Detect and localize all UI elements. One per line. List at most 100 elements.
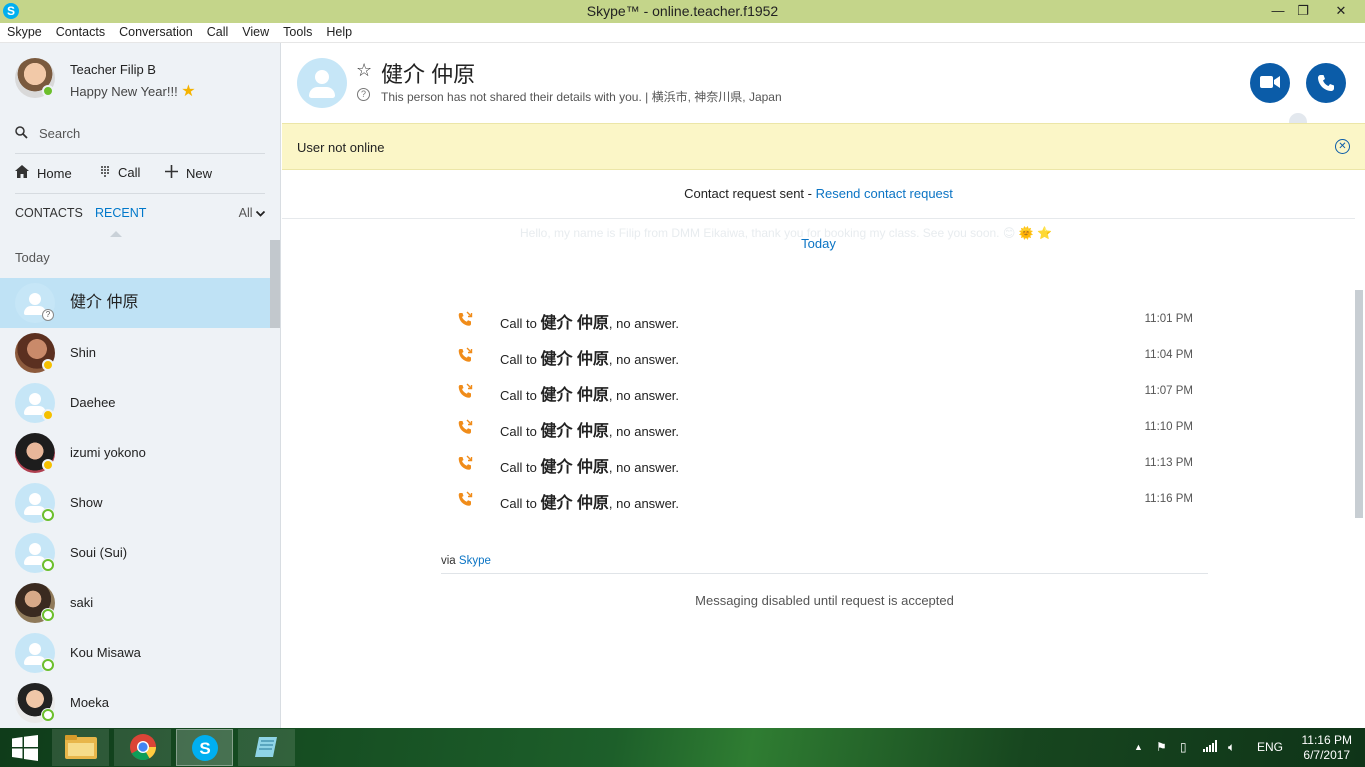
unknown-status-icon: ?: [42, 309, 54, 321]
contact-name: Soui (Sui): [70, 545, 128, 560]
timestamp: 11:07 PM: [1144, 385, 1193, 397]
menu-contacts[interactable]: Contacts: [49, 23, 112, 42]
sidebar-scrollbar[interactable]: [270, 240, 280, 328]
contact-name: 健介 仲原: [70, 294, 139, 311]
call-suffix: , no answer.: [608, 424, 680, 439]
list-item[interactable]: ? 健介 仲原: [0, 278, 270, 328]
notepad-icon: [254, 737, 277, 757]
chrome-icon: [129, 734, 156, 761]
new-button[interactable]: New: [165, 165, 212, 181]
audio-call-button[interactable]: [1306, 63, 1346, 103]
search-icon: [15, 126, 28, 142]
call-prefix: Call to: [500, 424, 541, 439]
tab-recent[interactable]: RECENT: [95, 206, 146, 220]
call-prefix: Call to: [500, 388, 541, 403]
call-suffix: , no answer.: [608, 460, 680, 475]
tab-contacts[interactable]: CONTACTS: [15, 206, 83, 220]
nav-row: Home Call New: [15, 165, 265, 185]
skype-link[interactable]: Skype: [459, 555, 491, 567]
minimize-button[interactable]: —: [1265, 0, 1291, 23]
online-status-icon: [42, 709, 54, 721]
contact-name: saki: [70, 595, 94, 610]
input-language[interactable]: ENG: [1257, 740, 1283, 754]
call-nav-button[interactable]: Call: [100, 165, 140, 180]
conversation-scrollbar[interactable]: [1355, 290, 1363, 518]
menu-conversation[interactable]: Conversation: [112, 23, 200, 42]
call-message: Call to 健介 仲原, no answer.: [500, 309, 679, 333]
folder-icon: [64, 735, 97, 759]
filter-dropdown[interactable]: All: [239, 206, 266, 220]
call-suffix: , no answer.: [608, 388, 680, 403]
profile-name: Teacher Filip B: [70, 62, 156, 77]
recent-list: Today ? 健介 仲原 Shin Daehee izumi yokono S…: [0, 238, 270, 728]
network-signal-icon[interactable]: [1203, 740, 1217, 755]
call-prefix: Call to: [500, 496, 541, 511]
chrome-taskbar-button[interactable]: [114, 729, 171, 766]
taskbar: S ▲ ⚑ ▯ 🔈︎ ENG 11:16 PM 6/7/2017: [0, 728, 1365, 767]
missed-call-icon: [457, 383, 473, 402]
via-label: via Skype: [441, 555, 491, 567]
resend-request-link[interactable]: Resend contact request: [816, 186, 953, 201]
list-item[interactable]: Show: [0, 478, 270, 528]
restore-button[interactable]: ❐: [1290, 0, 1316, 23]
call-message: Call to 健介 仲原, no answer.: [500, 345, 679, 369]
video-call-button[interactable]: [1250, 63, 1290, 103]
close-banner-icon[interactable]: ✕: [1335, 139, 1350, 154]
list-item[interactable]: Kou Misawa: [0, 628, 270, 678]
battery-icon[interactable]: ▯: [1180, 740, 1187, 754]
show-hidden-icons-icon[interactable]: ▲: [1134, 742, 1143, 752]
action-center-flag-icon[interactable]: ⚑: [1156, 740, 1167, 754]
menu-tools[interactable]: Tools: [276, 23, 319, 42]
skype-icon: S: [191, 735, 218, 761]
volume-icon[interactable]: 🔈︎: [1228, 740, 1235, 755]
list-item[interactable]: Daehee: [0, 378, 270, 428]
missed-call-icon: [457, 311, 473, 330]
clock-time: 11:16 PM: [1301, 733, 1352, 747]
favorite-star-icon[interactable]: ☆: [356, 60, 372, 81]
menu-view[interactable]: View: [235, 23, 276, 42]
list-item[interactable]: izumi yokono: [0, 428, 270, 478]
menu-call[interactable]: Call: [200, 23, 236, 42]
clock-date: 6/7/2017: [1303, 748, 1351, 762]
online-status-icon: [42, 509, 54, 521]
online-status-icon: [42, 659, 54, 671]
window-title: Skype™ - online.teacher.f1952: [586, 3, 779, 19]
via-prefix: via: [441, 555, 459, 567]
list-item[interactable]: Soui (Sui): [0, 528, 270, 578]
home-label: Home: [37, 166, 72, 181]
list-item[interactable]: saki: [0, 578, 270, 628]
question-icon: ?: [357, 88, 370, 101]
new-label: New: [186, 166, 213, 181]
profile-card[interactable]: Teacher Filip B Happy New Year!!! ★: [15, 58, 275, 103]
online-status-icon: [42, 559, 54, 571]
mood-text: Happy New Year!!!: [70, 84, 182, 99]
contact-name: izumi yokono: [70, 445, 146, 460]
menu-help[interactable]: Help: [319, 23, 359, 42]
online-status-icon: [42, 85, 54, 97]
call-prefix: Call to: [500, 460, 541, 475]
home-button[interactable]: Home: [15, 165, 72, 181]
call-suffix: , no answer.: [608, 316, 680, 331]
conversation-pane: ☆ 健介 仲原 ? This person has not shared the…: [282, 43, 1365, 728]
menu-skype[interactable]: Skype: [0, 23, 49, 42]
notepad-taskbar-button[interactable]: [238, 729, 295, 766]
call-message: Call to 健介 仲原, no answer.: [500, 453, 679, 477]
search-box[interactable]: Search: [15, 125, 265, 145]
search-input[interactable]: Search: [39, 126, 80, 141]
list-item[interactable]: Moeka: [0, 678, 270, 728]
location-text: 横浜市, 神奈川県, Japan: [651, 90, 782, 104]
list-item[interactable]: Shin: [0, 328, 270, 378]
close-button[interactable]: ✕: [1318, 0, 1364, 23]
start-button[interactable]: [0, 729, 50, 766]
title-bar: S Skype™ - online.teacher.f1952 — ❐ ✕: [0, 0, 1365, 23]
file-explorer-taskbar-button[interactable]: [52, 729, 109, 766]
contact-tabs: CONTACTS RECENT All: [15, 206, 270, 226]
call-history: Call to 健介 仲原, no answer. 11:01 PM Call …: [452, 307, 1202, 523]
skype-taskbar-button[interactable]: S: [176, 729, 233, 766]
system-clock[interactable]: 11:16 PM 6/7/2017: [1302, 733, 1352, 763]
missed-call-icon: [457, 419, 473, 438]
avatar[interactable]: [297, 58, 347, 108]
call-contact: 健介 仲原: [540, 495, 609, 512]
timestamp: 11:04 PM: [1144, 349, 1193, 361]
profile-mood[interactable]: Happy New Year!!! ★: [70, 81, 196, 101]
